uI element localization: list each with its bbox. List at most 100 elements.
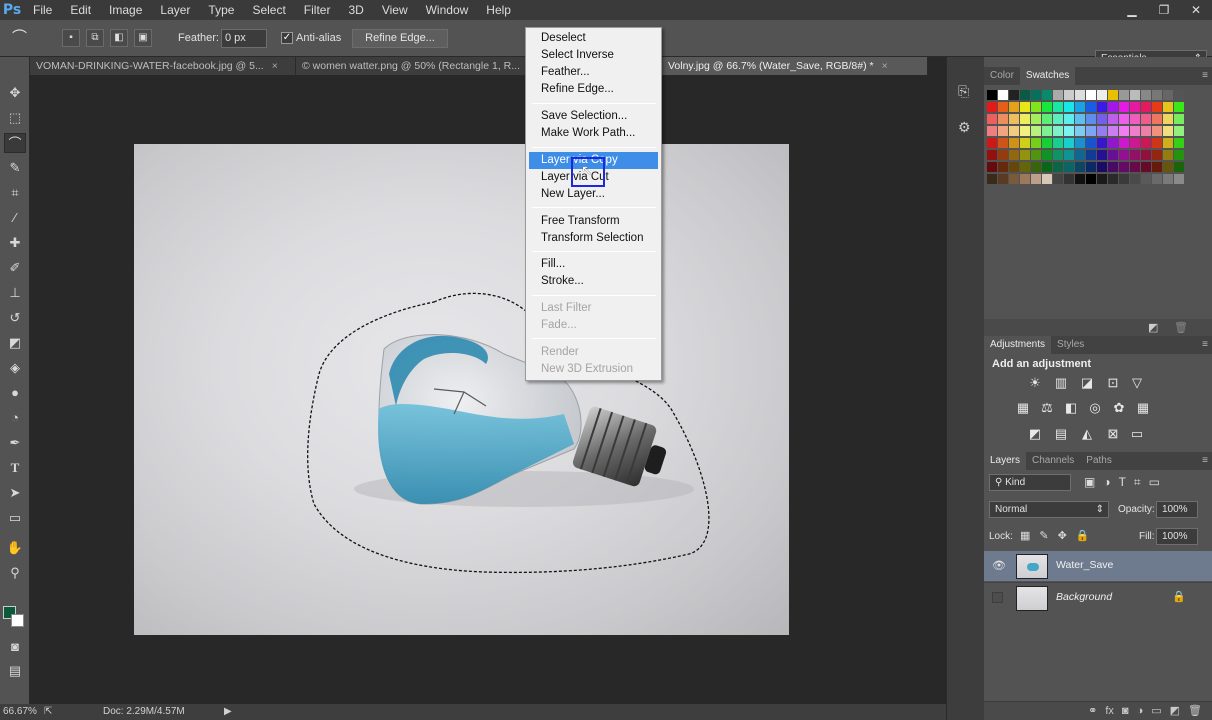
trash-icon[interactable]: 🗑 xyxy=(1174,321,1188,334)
color-swatch[interactable] xyxy=(1053,102,1063,112)
color-swatch[interactable] xyxy=(1163,90,1173,100)
color-swatch[interactable] xyxy=(1075,138,1085,148)
color-swatch[interactable] xyxy=(1119,174,1129,184)
color-swatch[interactable] xyxy=(1075,162,1085,172)
color-swatch[interactable] xyxy=(1031,102,1041,112)
link-icon[interactable]: ⚭ xyxy=(1088,702,1097,720)
threshold-icon[interactable]: ◭ xyxy=(1078,426,1096,442)
invert-icon[interactable]: ◩ xyxy=(1026,426,1044,442)
color-swatch[interactable] xyxy=(1174,138,1184,148)
color-swatch[interactable] xyxy=(998,150,1008,160)
panel-menu-icon[interactable]: ≡ xyxy=(1202,452,1208,470)
color-swatch[interactable] xyxy=(1097,114,1107,124)
color-swatch[interactable] xyxy=(1108,126,1118,136)
channel-mixer-icon[interactable]: ✿ xyxy=(1110,400,1128,416)
eye-icon[interactable]: 👁 xyxy=(992,559,1006,572)
color-swatch[interactable] xyxy=(1141,162,1151,172)
document-tab[interactable]: VOMAN-DRINKING-WATER-facebook.jpg @ 5...… xyxy=(30,57,296,75)
blend-mode-dropdown[interactable]: Normal ⇕ xyxy=(989,501,1109,518)
color-swatch[interactable] xyxy=(1174,174,1184,184)
zoom-level[interactable]: 66.67% xyxy=(3,704,37,720)
selective-color-icon[interactable]: ▭ xyxy=(1128,426,1146,442)
color-swatch[interactable] xyxy=(1174,102,1184,112)
play-arrow-icon[interactable]: ▶ xyxy=(224,704,232,720)
menu-file[interactable]: File xyxy=(24,0,61,20)
document-tab-active[interactable]: Volny.jpg @ 66.7% (Water_Save, RGB/8#) *… xyxy=(662,57,928,75)
color-swatch[interactable] xyxy=(1152,126,1162,136)
black-white-icon[interactable]: ◧ xyxy=(1062,400,1080,416)
layer-row[interactable]: 👁 Water_Save xyxy=(984,551,1212,581)
zoom-tool-icon[interactable]: ⚲ xyxy=(4,563,26,583)
color-swatch[interactable] xyxy=(1064,138,1074,148)
color-swatch[interactable] xyxy=(1108,138,1118,148)
menu-type[interactable]: Type xyxy=(199,0,243,20)
color-swatch[interactable] xyxy=(1075,114,1085,124)
color-swatch[interactable] xyxy=(1020,114,1030,124)
subtract-from-selection-icon[interactable]: ◧ xyxy=(110,29,128,47)
color-swatch[interactable] xyxy=(987,162,997,172)
dodge-tool-icon[interactable]: ● xyxy=(4,383,26,403)
menu-3d[interactable]: 3D xyxy=(339,0,372,20)
color-swatch[interactable] xyxy=(1009,90,1019,100)
color-swatch[interactable] xyxy=(1020,102,1030,112)
color-swatch[interactable] xyxy=(1119,150,1129,160)
menu-item-transform-selection[interactable]: Transform Selection xyxy=(529,230,658,247)
history-panel-icon[interactable]: ⎘ xyxy=(958,83,969,100)
color-swatch[interactable] xyxy=(1130,114,1140,124)
visibility-toggle[interactable] xyxy=(992,592,1003,603)
color-swatch[interactable] xyxy=(1053,162,1063,172)
color-swatch[interactable] xyxy=(1020,174,1030,184)
menu-item-new-layer[interactable]: New Layer... xyxy=(529,186,658,203)
layer-name[interactable]: Water_Save xyxy=(1056,559,1113,571)
color-swatch[interactable] xyxy=(1042,174,1052,184)
color-swatch[interactable] xyxy=(1152,150,1162,160)
color-swatch[interactable] xyxy=(998,114,1008,124)
close-icon[interactable]: × xyxy=(882,60,888,72)
close-icon[interactable]: × xyxy=(272,60,278,72)
tab-swatches[interactable]: Swatches xyxy=(1019,67,1076,85)
tab-layers[interactable]: Layers xyxy=(984,452,1027,470)
menu-item-fill[interactable]: Fill... xyxy=(529,256,658,273)
color-swatch[interactable] xyxy=(1053,174,1063,184)
color-swatch[interactable] xyxy=(1141,114,1151,124)
color-swatch[interactable] xyxy=(1097,102,1107,112)
color-swatch[interactable] xyxy=(1119,126,1129,136)
color-swatch[interactable] xyxy=(1174,162,1184,172)
color-swatch[interactable] xyxy=(1119,90,1129,100)
color-swatch[interactable] xyxy=(987,174,997,184)
color-swatch[interactable] xyxy=(1174,126,1184,136)
menu-layer[interactable]: Layer xyxy=(151,0,199,20)
layer-filter-icons[interactable]: ▣◑T⌗▭ xyxy=(1084,475,1168,490)
path-selection-tool-icon[interactable]: ➤ xyxy=(4,483,26,503)
new-swatch-icon[interactable]: ◩ xyxy=(1148,321,1158,334)
hand-tool-icon[interactable]: ✋ xyxy=(4,538,26,558)
color-swatch[interactable] xyxy=(1009,174,1019,184)
color-swatch[interactable] xyxy=(1141,138,1151,148)
color-swatch[interactable] xyxy=(987,150,997,160)
color-swatch[interactable] xyxy=(1020,162,1030,172)
color-swatch[interactable] xyxy=(998,162,1008,172)
color-swatch[interactable] xyxy=(998,126,1008,136)
clone-stamp-tool-icon[interactable]: ⊥ xyxy=(4,283,26,303)
eyedropper-tool-icon[interactable]: ⁄ xyxy=(4,208,26,228)
color-swatch[interactable] xyxy=(1119,114,1129,124)
color-swatch[interactable] xyxy=(987,138,997,148)
quick-mask-icon[interactable]: ◙ xyxy=(4,637,26,657)
trash-icon[interactable]: 🗑 xyxy=(1188,702,1202,720)
screen-mode-icon[interactable]: ▤ xyxy=(4,661,26,681)
tab-paths[interactable]: Paths xyxy=(1080,452,1118,470)
color-swatch[interactable] xyxy=(1031,90,1041,100)
color-swatch[interactable] xyxy=(1097,138,1107,148)
color-swatch[interactable] xyxy=(1119,102,1129,112)
color-swatch[interactable] xyxy=(1097,126,1107,136)
color-swatch[interactable] xyxy=(1064,102,1074,112)
color-swatch[interactable] xyxy=(1042,90,1052,100)
menu-item-select-inverse[interactable]: Select Inverse xyxy=(529,47,658,64)
exposure-icon[interactable]: ⊡ xyxy=(1104,375,1122,391)
menu-item-deselect[interactable]: Deselect xyxy=(529,30,658,47)
color-swatch[interactable] xyxy=(1009,150,1019,160)
menu-edit[interactable]: Edit xyxy=(61,0,100,20)
color-swatch[interactable] xyxy=(1064,174,1074,184)
color-swatch[interactable] xyxy=(1086,90,1096,100)
tab-channels[interactable]: Channels xyxy=(1026,452,1080,470)
